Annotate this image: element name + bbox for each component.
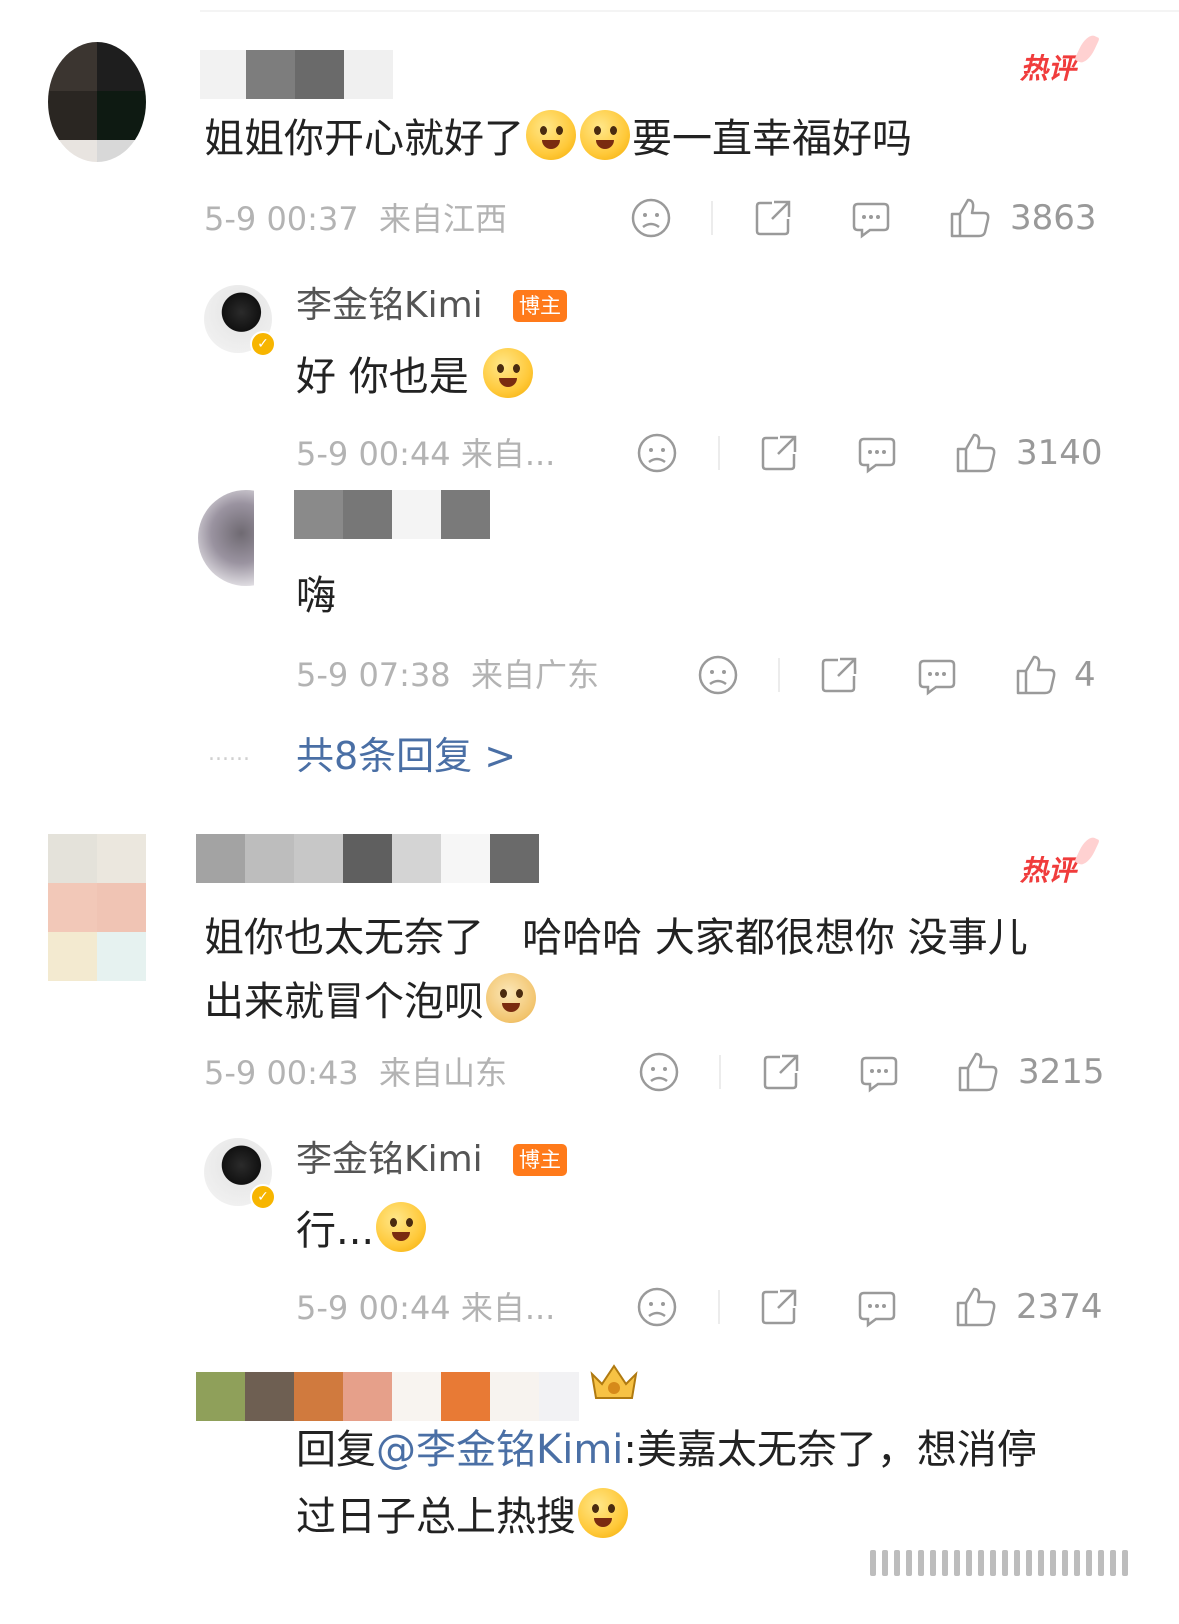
emoji-wink-icon <box>376 1202 427 1252</box>
mention-link[interactable]: @李金铭Kimi <box>376 1427 623 1473</box>
emoji-excited-icon <box>483 348 534 398</box>
commenter-avatar[interactable] <box>48 42 146 162</box>
like-icon[interactable] <box>948 196 992 240</box>
dislike-icon[interactable] <box>636 432 678 474</box>
blogger-name[interactable]: 李金铭Kimi <box>296 284 483 328</box>
comment-icon[interactable] <box>856 433 898 475</box>
like-count: 4 <box>1074 655 1096 695</box>
dislike-icon[interactable] <box>630 197 672 239</box>
watermark-bar <box>870 1550 1140 1576</box>
divider <box>718 1290 720 1324</box>
divider <box>719 1055 721 1089</box>
reply-text: 回复@李金铭Kimi:美嘉太无奈了，想消停 <box>296 1427 1037 1473</box>
like-count: 3140 <box>1016 433 1103 473</box>
comment-icon[interactable] <box>916 655 958 697</box>
top-divider <box>200 10 1179 12</box>
reply-text: 好 你也是 <box>296 348 535 403</box>
reply-text: 嗨 <box>296 573 336 619</box>
emoji-blush-icon <box>526 110 576 160</box>
like-count: 3863 <box>1010 198 1097 238</box>
reply-time: 5-9 00:44 来自... <box>296 1289 556 1327</box>
comment-icon[interactable] <box>856 1287 898 1329</box>
commenter-name-redacted[interactable] <box>196 834 539 883</box>
comment-text: 姐你也太无奈了 哈哈哈 大家都很想你 没事儿 <box>204 915 1028 961</box>
hot-feather-icon <box>1074 32 1100 66</box>
blogger-badge: 博主 <box>513 290 567 322</box>
emoji-blush-icon <box>580 110 630 160</box>
dislike-icon[interactable] <box>636 1286 678 1328</box>
divider <box>711 201 713 235</box>
emoji-doge-icon <box>486 973 536 1023</box>
emoji-laugh-cry-icon <box>578 1488 628 1538</box>
blogger-avatar[interactable]: ✓ <box>204 285 276 357</box>
commenter-avatar[interactable] <box>48 834 146 981</box>
share-icon[interactable] <box>758 432 800 474</box>
like-count: 3215 <box>1018 1052 1105 1092</box>
like-icon[interactable] <box>1014 653 1058 697</box>
divider <box>718 436 720 470</box>
share-icon[interactable] <box>760 1051 802 1093</box>
comment-time: 5-9 00:37 来自江西 <box>204 200 508 238</box>
comment-text-line2: 出来就冒个泡呗 <box>204 973 538 1028</box>
verified-icon: ✓ <box>250 331 276 357</box>
share-icon[interactable] <box>758 1286 800 1328</box>
like-icon[interactable] <box>954 1285 998 1329</box>
blogger-badge: 博主 <box>513 1144 567 1176</box>
share-icon[interactable] <box>818 654 860 696</box>
dislike-icon[interactable] <box>638 1051 680 1093</box>
more-replies-link[interactable]: 共8条回复 > <box>296 730 516 782</box>
more-replies-dots: ...... <box>208 741 250 766</box>
comment-time: 5-9 00:43 来自山东 <box>204 1054 508 1092</box>
vip-crown-icon <box>590 1364 638 1399</box>
reply-time: 5-9 00:44 来自... <box>296 435 556 473</box>
share-icon[interactable] <box>752 197 794 239</box>
verified-icon: ✓ <box>250 1184 276 1210</box>
comment-icon[interactable] <box>858 1052 900 1094</box>
like-count: 2374 <box>1016 1287 1103 1327</box>
reply-text-line2: 过日子总上热搜 <box>296 1488 630 1543</box>
replier-name-redacted[interactable] <box>196 1372 579 1421</box>
blogger-name[interactable]: 李金铭Kimi <box>296 1138 483 1182</box>
like-icon[interactable] <box>954 431 998 475</box>
reply-text: 行... <box>296 1202 428 1257</box>
hot-comment-label: 热评 <box>1020 52 1077 85</box>
like-icon[interactable] <box>956 1050 1000 1094</box>
comment-icon[interactable] <box>850 198 892 240</box>
dislike-icon[interactable] <box>697 654 739 696</box>
replier-name-redacted[interactable] <box>294 490 490 539</box>
replier-avatar[interactable] <box>198 490 254 586</box>
hot-comment-label: 热评 <box>1020 854 1077 887</box>
comment-text: 姐姐你开心就好了 要一直幸福好吗 <box>204 110 912 165</box>
divider <box>778 658 780 692</box>
reply-time: 5-9 07:38 来自广东 <box>296 656 600 694</box>
blogger-avatar[interactable]: ✓ <box>204 1138 276 1210</box>
hot-feather-icon <box>1074 834 1100 868</box>
commenter-name-redacted[interactable] <box>200 50 393 99</box>
